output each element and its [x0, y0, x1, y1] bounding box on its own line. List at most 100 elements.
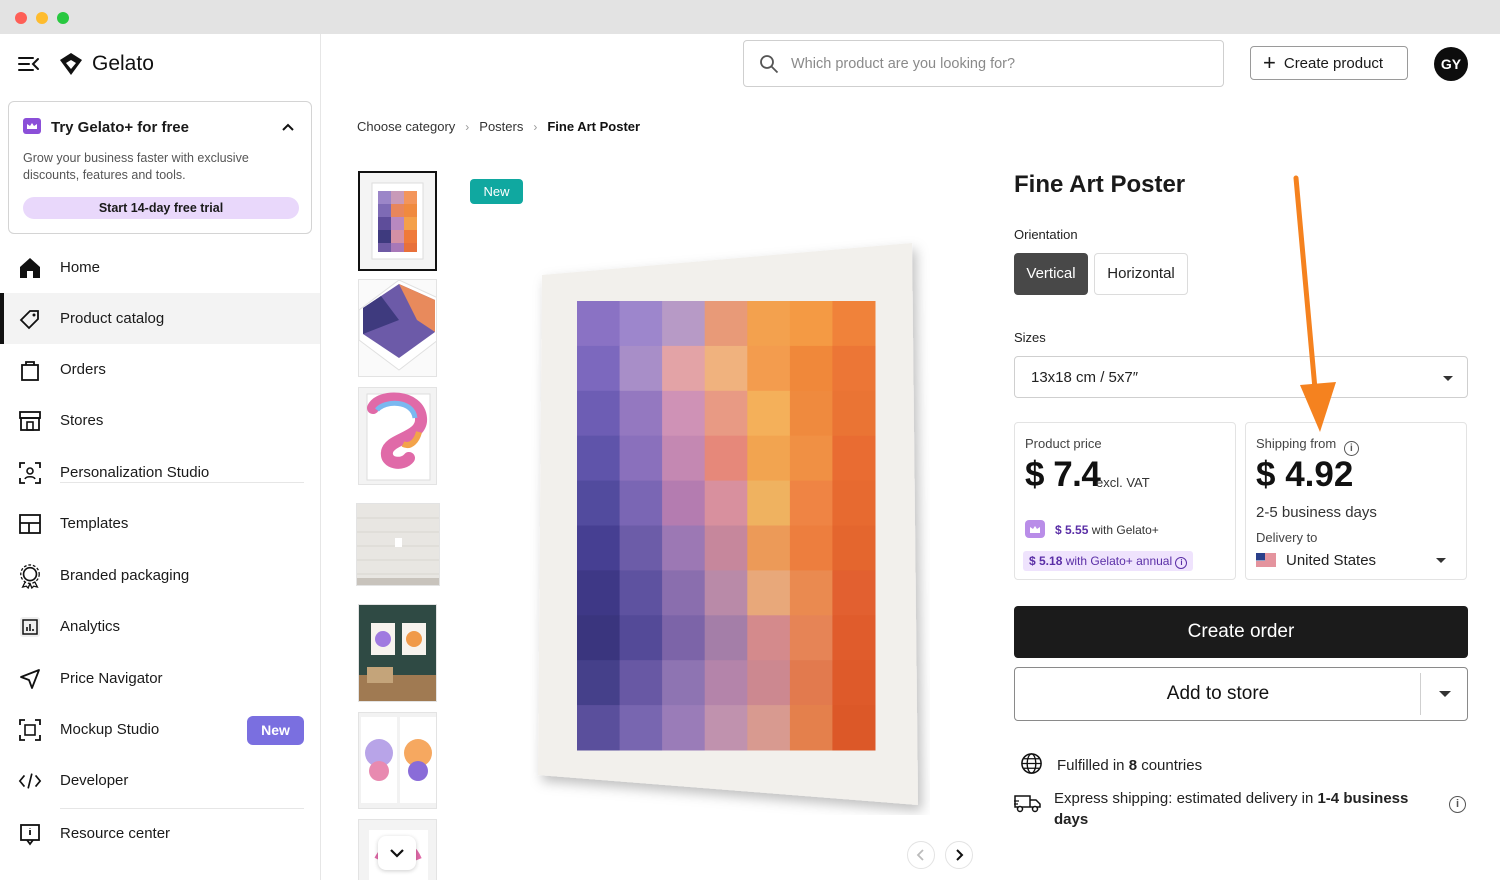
poster-art-tile	[577, 480, 621, 526]
chevron-down-icon[interactable]	[378, 836, 416, 870]
thumbnail-1[interactable]	[358, 171, 437, 271]
poster-art-tile	[704, 525, 748, 571]
sidebar-item-stores[interactable]: Stores	[0, 395, 320, 446]
poster-art-tile	[747, 615, 791, 661]
info-icon[interactable]: i	[1343, 441, 1359, 456]
sidebar-item-templates[interactable]: Templates	[0, 498, 320, 549]
menu-collapse-icon[interactable]	[18, 54, 40, 74]
size-select[interactable]: 13x18 cm / 5x7″	[1014, 356, 1468, 398]
thumbnail-4[interactable]	[356, 503, 440, 586]
user-avatar[interactable]: GY	[1434, 47, 1468, 81]
sidebar-item-product-catalog[interactable]: Product catalog	[0, 293, 320, 344]
poster-art-tile	[662, 525, 706, 571]
gelato-plus-promo: Try Gelato+ for free Grow your business …	[8, 101, 312, 234]
brand-name: Gelato	[92, 52, 154, 75]
poster-art-tile	[747, 301, 791, 347]
poster-art-tile	[619, 345, 663, 392]
gelato-logo[interactable]: Gelato	[58, 51, 154, 77]
poster-art-tile	[747, 705, 791, 751]
minimize-window-button[interactable]	[36, 12, 48, 24]
sidebar-item-mockup-studio[interactable]: Mockup Studio New	[0, 704, 320, 755]
poster-art-tile	[747, 660, 791, 706]
delivery-to-label: Delivery to	[1256, 530, 1318, 545]
create-product-button[interactable]: + Create product	[1250, 46, 1408, 80]
poster-art-tile	[704, 390, 748, 437]
orientation-vertical-button[interactable]: Vertical	[1014, 253, 1088, 295]
promo-description: Grow your business faster with exclusive…	[23, 151, 249, 182]
chevron-right-icon: ›	[533, 119, 538, 134]
sidebar-item-branded-packaging[interactable]: Branded packaging	[0, 550, 320, 601]
home-icon	[18, 256, 42, 280]
carousel-prev-button[interactable]	[907, 841, 935, 869]
shipping-days: 2-5 business days	[1256, 504, 1377, 521]
sidebar-item-analytics[interactable]: Analytics	[0, 601, 320, 652]
promo-title: Try Gelato+ for free	[51, 119, 189, 136]
poster-art-tile	[577, 705, 621, 751]
gelato-plus-price-value: $ 5.55	[1055, 523, 1089, 537]
poster-art-tile	[577, 345, 621, 392]
window-titlebar	[0, 0, 1500, 34]
breadcrumb-choose-category[interactable]: Choose category	[357, 119, 455, 134]
badge-icon	[18, 563, 42, 589]
delivery-country-select[interactable]: United States	[1286, 552, 1376, 569]
fulfilled-suffix: countries	[1141, 757, 1203, 774]
template-icon	[18, 512, 42, 536]
size-selected-value: 13x18 cm / 5x7″	[1031, 369, 1139, 386]
poster-art-tile	[789, 480, 833, 526]
thumbnail-3[interactable]	[358, 387, 437, 485]
express-shipping-text: Express shipping: estimated delivery in …	[1054, 788, 1434, 830]
maximize-window-button[interactable]	[57, 12, 69, 24]
poster-art-tile	[832, 705, 876, 751]
thumbnail-5[interactable]	[358, 604, 437, 702]
thumbnail-6[interactable]	[358, 712, 437, 809]
fulfillment-info: Fulfilled in 8 countries	[1020, 752, 1202, 779]
poster-art-tile	[704, 570, 748, 616]
poster-art-tile	[747, 480, 791, 526]
caret-down-icon[interactable]	[1436, 558, 1446, 563]
crown-icon	[1025, 520, 1045, 538]
product-main-image	[530, 235, 930, 815]
poster-art-tile	[662, 615, 706, 661]
poster-art-tile	[577, 435, 621, 482]
search-input[interactable]	[791, 51, 1211, 77]
poster-art-tile	[704, 480, 748, 526]
button-divider	[1420, 673, 1421, 715]
poster-art-tile	[832, 525, 876, 571]
create-order-button[interactable]: Create order	[1014, 606, 1468, 658]
annotation-arrow	[1270, 170, 1350, 440]
poster-art-tile	[577, 301, 621, 347]
info-icon[interactable]: i	[1449, 796, 1466, 813]
orientation-label: Orientation	[1014, 227, 1078, 242]
sidebar-item-developer[interactable]: Developer	[0, 755, 320, 806]
poster-art-tile	[577, 570, 621, 616]
poster-art-tile	[747, 345, 791, 392]
gelato-logo-icon	[60, 53, 82, 75]
breadcrumb-posters[interactable]: Posters	[479, 119, 523, 134]
sidebar-item-resource-center[interactable]: Resource center	[0, 808, 320, 859]
express-prefix: Express shipping: estimated delivery in	[1054, 790, 1314, 807]
gelato-plus-annual-text: with Gelato+ annual	[1065, 554, 1173, 568]
info-icon[interactable]: i	[1175, 557, 1188, 569]
poster-art-tile	[577, 660, 621, 706]
sidebar-item-label: Home	[60, 259, 101, 276]
chevron-up-icon[interactable]	[281, 120, 295, 132]
breadcrumb-current: Fine Art Poster	[547, 119, 641, 134]
orientation-horizontal-button[interactable]: Horizontal	[1094, 253, 1188, 295]
start-trial-button[interactable]: Start 14-day free trial	[23, 197, 299, 219]
sidebar-item-personalization-studio[interactable]: Personalization Studio	[0, 447, 320, 498]
sidebar-item-orders[interactable]: Orders	[0, 344, 320, 395]
fulfilled-count: 8	[1128, 757, 1138, 774]
product-search[interactable]	[743, 40, 1224, 87]
shipping-card: Shipping from i $ 4.92 2-5 business days…	[1245, 422, 1467, 580]
sidebar-item-label: Product catalog	[60, 310, 165, 327]
sidebar-item-home[interactable]: Home	[0, 242, 320, 293]
chevron-right-icon: ›	[465, 119, 470, 134]
sidebar-item-price-navigator[interactable]: Price Navigator	[0, 653, 320, 704]
add-to-store-button[interactable]: Add to store	[1014, 667, 1468, 721]
poster-art-tile	[662, 390, 706, 437]
close-window-button[interactable]	[15, 12, 27, 24]
help-icon	[18, 822, 42, 846]
carousel-next-button[interactable]	[945, 841, 973, 869]
caret-down-icon[interactable]	[1439, 691, 1451, 697]
thumbnail-2[interactable]	[358, 279, 437, 377]
